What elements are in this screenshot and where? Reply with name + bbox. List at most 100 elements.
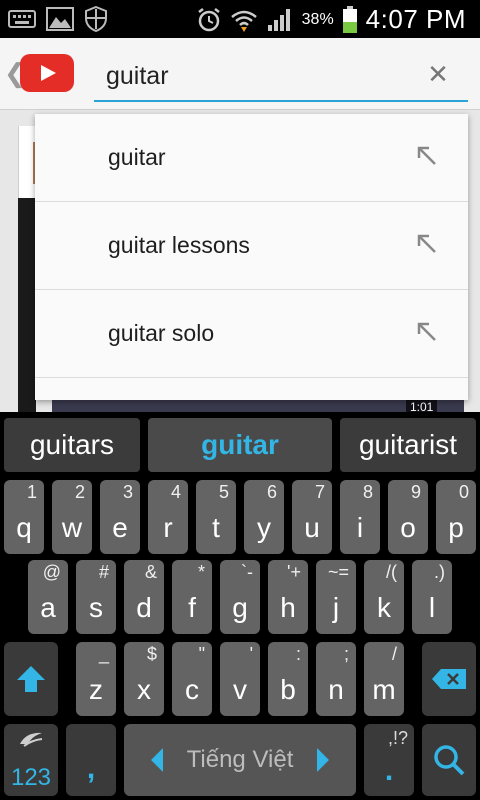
suggestion-label: guitar solo xyxy=(108,320,215,346)
key-l[interactable]: .) l xyxy=(412,560,452,634)
key-j[interactable]: ~= j xyxy=(316,560,356,634)
suggestion-item[interactable]: guitar lessons xyxy=(35,202,468,290)
key-n[interactable]: ; n xyxy=(316,642,356,716)
swiftkey-logo-icon xyxy=(20,732,43,747)
key-label: o xyxy=(400,512,416,543)
suggestion-item[interactable]: guitar xyxy=(35,114,468,202)
wifi-icon xyxy=(230,10,257,32)
key-sub: " xyxy=(198,644,205,664)
key-label: w xyxy=(61,512,83,543)
key-label: g xyxy=(232,592,248,623)
key-q[interactable]: 1q xyxy=(4,480,44,554)
key-label: a xyxy=(40,592,56,623)
key-sub: 0 xyxy=(458,482,469,502)
key-d[interactable]: & d xyxy=(124,560,164,634)
key-sub: `- xyxy=(241,562,253,582)
key-label: x xyxy=(137,674,151,705)
shield-icon xyxy=(85,6,107,32)
key-label: m xyxy=(372,674,396,705)
clock: 4:07 PM xyxy=(365,4,466,34)
key-label: p xyxy=(448,512,464,543)
key-h[interactable]: '+ h xyxy=(268,560,308,634)
key-k[interactable]: /(k xyxy=(364,560,404,634)
video-thumbnail xyxy=(18,198,36,412)
key-sub: ' xyxy=(249,644,253,664)
key-i[interactable]: 8i xyxy=(340,480,380,554)
key-label: u xyxy=(304,512,320,543)
key-m[interactable]: / m xyxy=(364,642,404,716)
suggestion-label: guitar lessons xyxy=(108,232,250,258)
space-key[interactable]: Tiếng Việt xyxy=(124,724,356,796)
key-g[interactable]: `- g xyxy=(220,560,260,634)
search-icon xyxy=(434,745,465,776)
key-c[interactable]: " c xyxy=(172,642,212,716)
key-sub: * xyxy=(197,562,205,582)
key-sub: ~= xyxy=(327,562,349,582)
language-label: Tiếng Việt xyxy=(186,746,294,773)
play-icon xyxy=(41,65,56,81)
shift-key[interactable] xyxy=(4,642,58,716)
key-sub: 8 xyxy=(362,482,373,502)
word-suggestion[interactable]: guitars xyxy=(4,418,140,472)
key-e[interactable]: 3e xyxy=(100,480,140,554)
key-f[interactable]: * f xyxy=(172,560,212,634)
key-label: d xyxy=(136,592,152,623)
comma-key[interactable]: , xyxy=(66,724,116,796)
backspace-key[interactable] xyxy=(422,642,476,716)
status-bar: 38% 4:07 PM xyxy=(0,0,480,38)
close-icon[interactable]: ✕ xyxy=(420,56,456,92)
key-b[interactable]: :b xyxy=(268,642,308,716)
comma-label: , xyxy=(86,752,96,785)
key-sub: / xyxy=(391,644,397,664)
key-label: l xyxy=(428,592,436,623)
word-suggestion-bar: guitars guitar guitarist xyxy=(0,412,480,478)
numbers-label: 123 xyxy=(10,764,52,791)
key-label: y xyxy=(257,512,271,543)
key-sub: 5 xyxy=(218,482,229,502)
chevron-left-icon xyxy=(150,748,163,772)
youtube-logo[interactable] xyxy=(20,54,74,92)
video-thumbnail[interactable] xyxy=(52,398,464,412)
key-t[interactable]: 5t xyxy=(196,480,236,554)
key-p[interactable]: 0p xyxy=(436,480,476,554)
key-label: s xyxy=(89,592,103,623)
key-sub: '+ xyxy=(287,562,301,582)
key-label: j xyxy=(332,592,340,623)
key-sub: 1 xyxy=(26,482,37,502)
arrow-up-left-icon[interactable] xyxy=(415,320,439,344)
key-label: b xyxy=(280,674,296,705)
key-label: i xyxy=(356,512,364,543)
search-key[interactable] xyxy=(422,724,476,796)
key-y[interactable]: 6y xyxy=(244,480,284,554)
search-input[interactable] xyxy=(94,56,468,102)
key-label: z xyxy=(89,674,103,705)
image-icon xyxy=(46,7,74,31)
key-sub: : xyxy=(295,644,301,664)
key-sub: $ xyxy=(146,644,157,664)
arrow-up-left-icon[interactable] xyxy=(415,144,439,168)
key-w[interactable]: 2w xyxy=(52,480,92,554)
period-label: . xyxy=(384,754,394,787)
signal-icon xyxy=(267,8,290,31)
key-v[interactable]: ' v xyxy=(220,642,260,716)
key-o[interactable]: 9o xyxy=(388,480,428,554)
soft-keyboard: guitars guitar guitarist 1q 2w 3e 4r 5t … xyxy=(0,412,480,800)
key-s[interactable]: # s xyxy=(76,560,116,634)
arrow-up-left-icon[interactable] xyxy=(415,232,439,256)
period-key[interactable]: ,!? . xyxy=(364,724,414,796)
key-u[interactable]: 7u xyxy=(292,480,332,554)
suggestion-item[interactable]: guitar solo xyxy=(35,290,468,378)
word-suggestion[interactable]: guitarist xyxy=(340,418,476,472)
alarm-icon xyxy=(197,7,220,31)
key-z[interactable]: _ z xyxy=(76,642,116,716)
key-label: n xyxy=(328,674,344,705)
key-x[interactable]: $ x xyxy=(124,642,164,716)
key-label: e xyxy=(112,512,128,543)
key-a[interactable]: @ a xyxy=(28,560,68,634)
numbers-key[interactable]: 123 xyxy=(4,724,58,796)
key-label: c xyxy=(185,674,199,705)
key-r[interactable]: 4r xyxy=(148,480,188,554)
key-sub: & xyxy=(144,562,157,582)
word-suggestion-primary[interactable]: guitar xyxy=(148,418,332,472)
battery-icon xyxy=(342,5,357,33)
